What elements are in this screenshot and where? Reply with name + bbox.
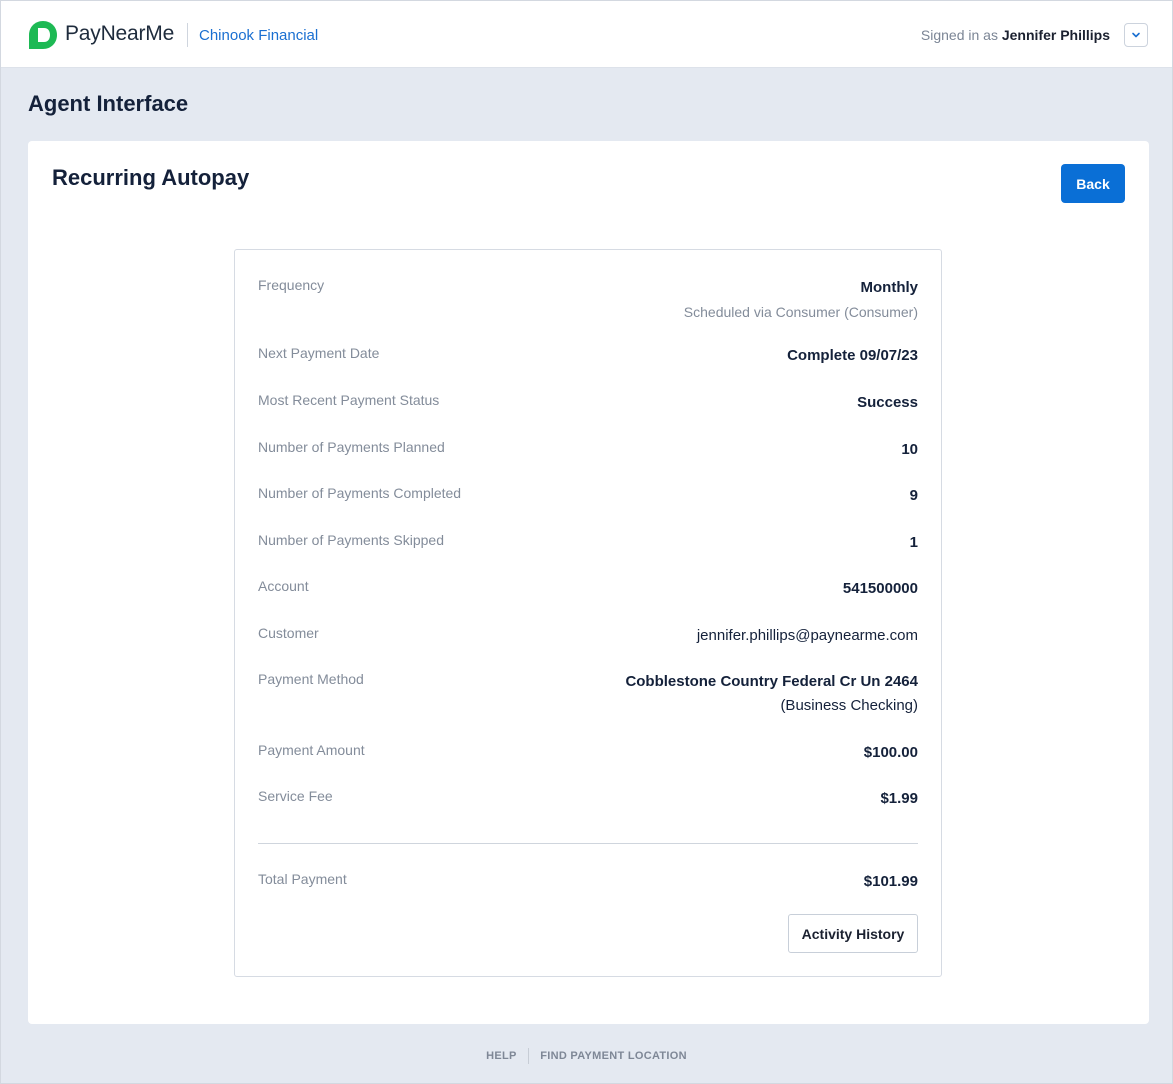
amount-label: Payment Amount [258, 742, 365, 758]
next-payment-value: Complete 09/07/23 [787, 347, 918, 364]
recent-status-label: Most Recent Payment Status [258, 392, 440, 408]
detail-row-customer: Customer jennifer.phillips@paynearme.com [258, 624, 918, 648]
detail-row-account: Account 541500000 [258, 577, 918, 601]
fee-label: Service Fee [258, 788, 333, 804]
autopay-details-panel: Frequency Monthly Scheduled via Consumer… [234, 249, 942, 977]
help-link[interactable]: HELP [486, 1050, 516, 1062]
customer-value: jennifer.phillips@paynearme.com [697, 624, 918, 648]
user-menu-button[interactable] [1124, 23, 1148, 47]
footer-divider [527, 1048, 529, 1064]
payment-method-label: Payment Method [258, 671, 364, 687]
organization-name: Chinook Financial [199, 27, 319, 44]
detail-row-next-payment: Next Payment Date Complete 09/07/23 [258, 344, 918, 368]
payment-method-value: Cobblestone Country Federal Cr Un 2464 (… [625, 670, 918, 718]
brand-divider [187, 23, 188, 47]
detail-row-completed: Number of Payments Completed 9 [258, 484, 918, 508]
amount-value: $100.00 [863, 744, 918, 761]
completed-value: 9 [909, 487, 918, 504]
recent-status-value: Success [857, 394, 918, 411]
detail-row-fee: Service Fee $1.99 [258, 787, 918, 811]
autopay-card: Recurring Autopay Back Frequency Monthly… [28, 141, 1149, 1024]
frequency-scheduled-by: Scheduled via Consumer (Consumer) [683, 304, 918, 320]
brand-name: PayNearMe [65, 22, 175, 45]
footer: HELP FIND PAYMENT LOCATION [0, 1048, 1173, 1064]
detail-row-total: Total Payment $101.99 [258, 870, 918, 894]
planned-value: 10 [901, 441, 918, 458]
activity-history-button[interactable]: Activity History [788, 914, 918, 953]
total-value: $101.99 [863, 873, 918, 890]
payment-method-type: (Business Checking) [780, 697, 918, 714]
skipped-value: 1 [909, 534, 918, 551]
page-title: Agent Interface [28, 91, 189, 116]
card-title: Recurring Autopay [52, 165, 250, 190]
detail-row-payment-method: Payment Method Cobblestone Country Feder… [258, 670, 918, 718]
account-value: 541500000 [842, 580, 918, 597]
detail-row-frequency: Frequency Monthly Scheduled via Consumer… [258, 276, 918, 324]
detail-row-recent-status: Most Recent Payment Status Success [258, 391, 918, 415]
fee-value: $1.99 [880, 790, 918, 807]
paynearme-logo-icon[interactable] [28, 20, 58, 50]
total-label: Total Payment [258, 871, 347, 887]
skipped-label: Number of Payments Skipped [258, 532, 444, 548]
chevron-down-icon [1132, 32, 1140, 38]
planned-label: Number of Payments Planned [258, 439, 445, 455]
top-bar: PayNearMe Chinook Financial Signed in as… [1, 1, 1172, 68]
detail-row-skipped: Number of Payments Skipped 1 [258, 531, 918, 555]
total-divider [258, 843, 918, 844]
customer-email: jennifer.phillips@paynearme.com [696, 627, 918, 644]
frequency-value-text: Monthly [860, 279, 919, 296]
customer-label: Customer [258, 625, 319, 641]
payment-method-name: Cobblestone Country Federal Cr Un 2464 [625, 673, 918, 690]
detail-row-planned: Number of Payments Planned 10 [258, 438, 918, 462]
frequency-label: Frequency [258, 277, 325, 293]
find-payment-location-link[interactable]: FIND PAYMENT LOCATION [540, 1050, 687, 1062]
user-name: Jennifer Phillips [1001, 27, 1110, 43]
signed-in-prefix: Signed in as [920, 27, 998, 43]
frequency-value: Monthly Scheduled via Consumer (Consumer… [684, 276, 918, 324]
signed-in-text: Signed in as Jennifer Phillips [921, 27, 1110, 43]
detail-row-amount: Payment Amount $100.00 [258, 741, 918, 765]
next-payment-label: Next Payment Date [258, 345, 380, 361]
back-button[interactable]: Back [1061, 164, 1125, 203]
completed-label: Number of Payments Completed [258, 485, 462, 501]
account-label: Account [258, 578, 309, 594]
